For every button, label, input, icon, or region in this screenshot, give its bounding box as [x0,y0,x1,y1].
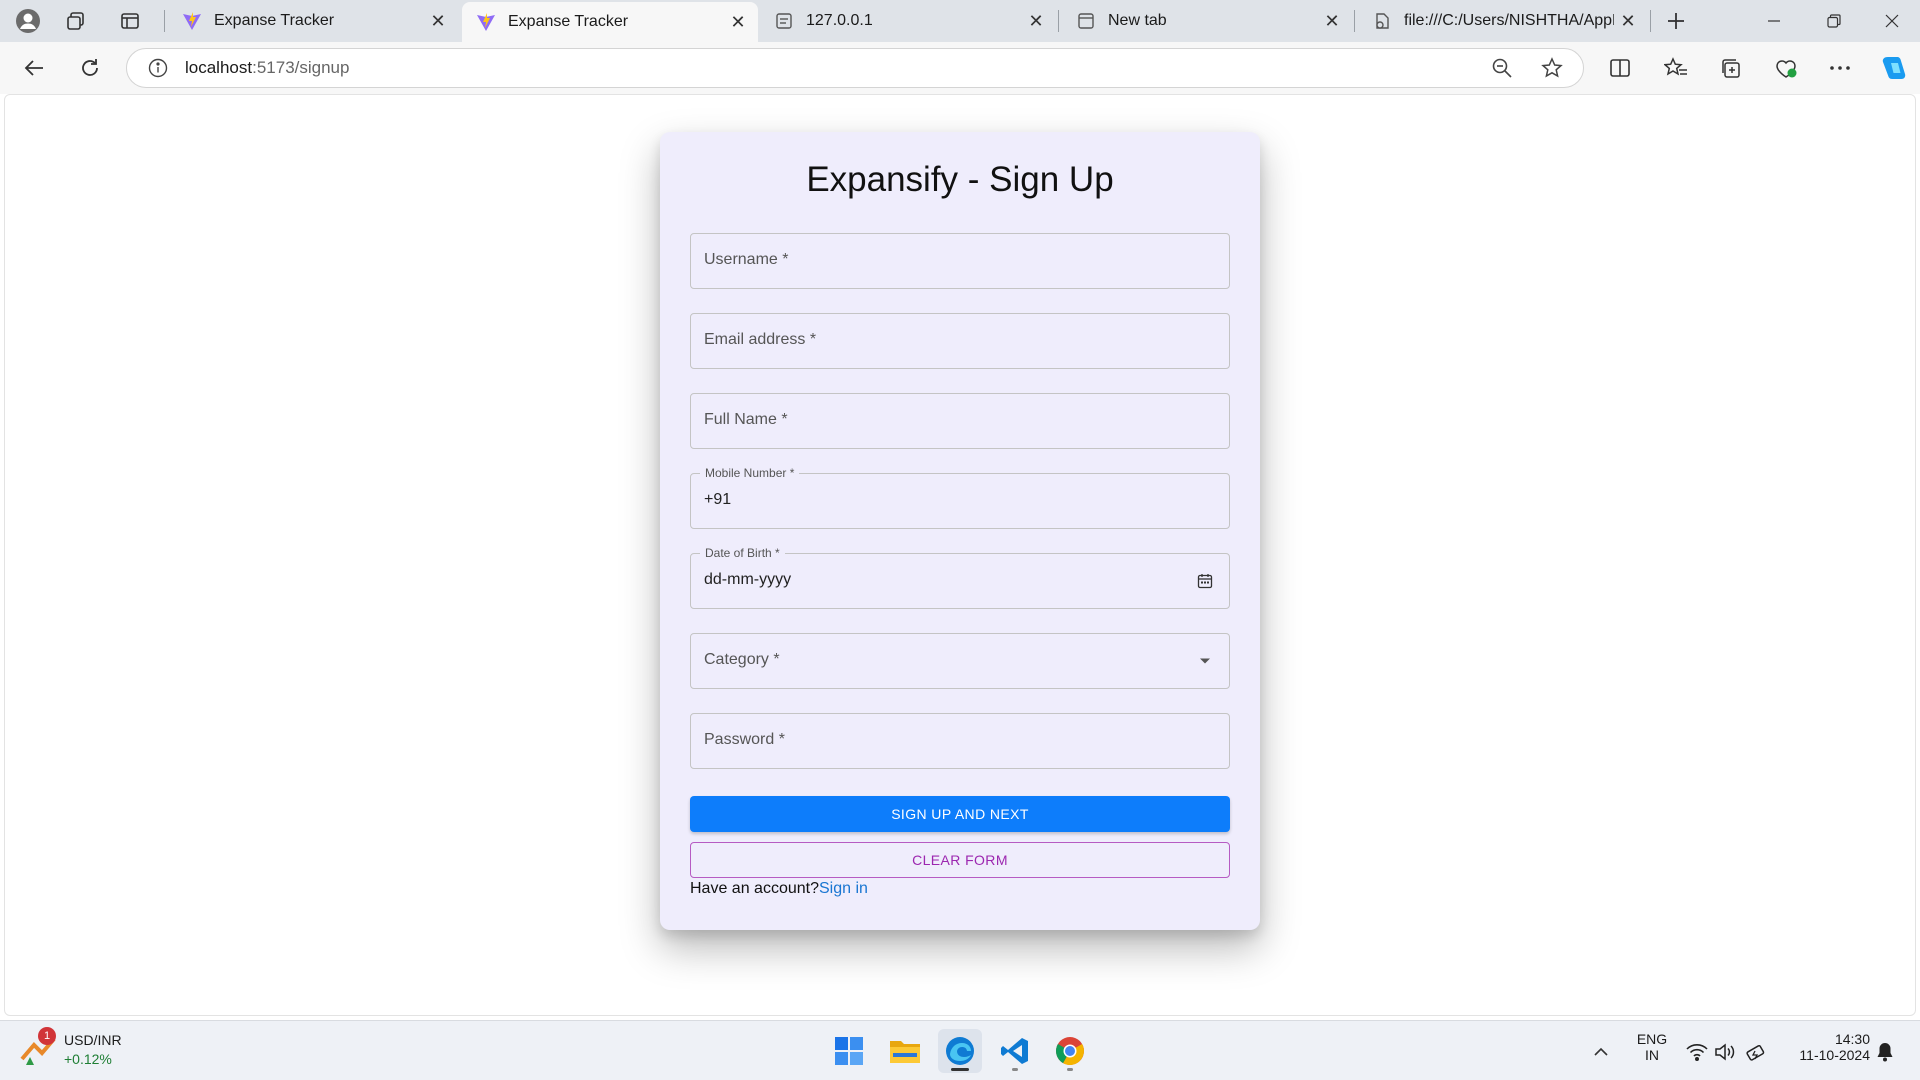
collections-icon[interactable] [1712,50,1748,86]
more-options-icon[interactable] [1822,50,1858,86]
tab-strip: Expanse Tracker ✕ Expanse Tracker ✕ 127.… [0,0,1920,42]
close-tab-icon[interactable]: ✕ [424,7,452,35]
taskbar: 1 USD/INR +0.12% ENG IN 14:30 11-10-2024 [0,1020,1920,1080]
volume-icon[interactable] [1714,1041,1736,1063]
split-screen-icon[interactable] [1602,50,1638,86]
new-tab-plus-icon[interactable] [1656,6,1696,36]
tab-title: Expanse Tracker [214,12,335,29]
url-path: :5173/signup [252,58,350,77]
browser-toolbar: localhost:5173/signup [0,42,1920,94]
tab-127[interactable]: 127.0.0.1 ✕ [760,0,1056,42]
back-icon[interactable] [16,50,52,86]
workspaces-icon[interactable] [56,6,96,36]
signup-next-button[interactable]: SIGN UP AND NEXT [690,796,1230,832]
tab-title: Expanse Tracker [508,13,629,30]
ticker-name: USD/INR [64,1032,122,1048]
chrome-button[interactable] [1048,1029,1092,1073]
page-icon [1372,11,1392,31]
edge-icon [946,1037,974,1065]
close-tab-icon[interactable]: ✕ [1022,7,1050,35]
clock-time: 14:30 [1834,1031,1870,1047]
info-icon[interactable] [147,57,169,79]
fullname-field[interactable]: Full Name * [690,393,1230,449]
start-button[interactable] [827,1029,871,1073]
password-placeholder: Password * [704,731,785,748]
account-prompt: Have an account? [690,880,819,897]
tab-title: New tab [1108,12,1167,29]
currency-widget[interactable]: 1 USD/INR +0.12% [20,1027,140,1073]
vertical-tabs-icon[interactable] [110,6,150,36]
signup-card: Expansify - Sign Up Username * Email add… [660,132,1260,930]
tab-title: 127.0.0.1 [806,12,873,29]
vite-icon [182,11,202,31]
date-of-birth-label: Date of Birth * [700,546,785,560]
mobile-number-label: Mobile Number * [700,466,800,480]
category-select[interactable]: Category * [690,633,1230,689]
date-of-birth-value: dd-mm-yyyy [704,571,792,588]
url-text[interactable]: localhost:5173/signup [185,58,349,78]
zoom-out-icon[interactable] [1491,57,1513,84]
mobile-number-field[interactable]: Mobile Number * +91 [690,466,1230,529]
show-hidden-icons-icon[interactable] [1590,1041,1612,1063]
battery-icon[interactable] [1746,1041,1768,1063]
tab-title: file:///C:/Users/NISHTHA/AppDat [1404,12,1614,29]
url-host: localhost [185,58,253,77]
favorite-star-icon[interactable] [1541,57,1563,84]
file-explorer-button[interactable] [883,1029,927,1073]
refresh-icon[interactable] [72,50,108,86]
date-of-birth-field[interactable]: Date of Birth * dd-mm-yyyy [690,546,1230,609]
language-indicator[interactable]: ENG IN [1630,1031,1674,1063]
favorites-icon[interactable] [1658,50,1694,86]
category-placeholder: Category * [704,651,780,668]
tab-new-tab[interactable]: New tab ✕ [1062,0,1352,42]
username-placeholder: Username * [704,251,789,268]
vscode-icon [1001,1038,1028,1064]
close-window-icon[interactable] [1864,0,1920,42]
vite-icon [476,12,496,32]
language-code: ENG [1636,1031,1668,1047]
mobile-number-value: +91 [704,491,732,508]
notifications-bell-icon[interactable] [1874,1041,1896,1063]
tab-expanse-tracker-2[interactable]: Expanse Tracker ✕ [462,2,758,42]
vscode-button[interactable] [993,1029,1037,1073]
password-field[interactable]: Password * [690,713,1230,769]
close-tab-icon[interactable]: ✕ [1318,7,1346,35]
email-field[interactable]: Email address * [690,313,1230,369]
username-field[interactable]: Username * [690,233,1230,289]
email-placeholder: Email address * [704,331,817,348]
page-title: Expansify - Sign Up [806,160,1114,199]
notification-badge: 1 [38,1027,56,1045]
chrome-icon [1056,1037,1084,1065]
edge-button[interactable] [938,1029,982,1073]
restore-icon[interactable] [1806,0,1862,42]
dropdown-arrow-icon[interactable] [1195,651,1215,671]
calendar-icon[interactable] [1195,571,1215,591]
copilot-icon[interactable] [1876,50,1912,86]
language-region: IN [1645,1047,1659,1063]
clock[interactable]: 14:30 11-10-2024 [1780,1031,1870,1063]
signin-link[interactable]: Sign in [819,880,868,897]
minimize-icon[interactable] [1746,0,1802,42]
clock-date: 11-10-2024 [1799,1047,1870,1063]
browser-essentials-icon[interactable] [1768,50,1804,86]
new-tab-icon [1076,11,1096,31]
page-icon [774,11,794,31]
folder-icon [890,1041,920,1063]
tab-expanse-tracker-1[interactable]: Expanse Tracker ✕ [168,0,458,42]
windows-icon [835,1037,863,1065]
signin-row: Have an account?Sign in [690,880,868,898]
ticker-change: +0.12% [64,1051,112,1067]
close-tab-icon[interactable]: ✕ [724,8,752,36]
profile-icon[interactable] [8,6,48,36]
fullname-placeholder: Full Name * [704,411,788,428]
address-bar[interactable]: localhost:5173/signup [126,48,1584,88]
tab-file[interactable]: file:///C:/Users/NISHTHA/AppDat ✕ [1358,0,1648,42]
close-tab-icon[interactable]: ✕ [1614,7,1642,35]
clear-form-button[interactable]: CLEAR FORM [690,842,1230,878]
wifi-icon[interactable] [1686,1041,1708,1063]
